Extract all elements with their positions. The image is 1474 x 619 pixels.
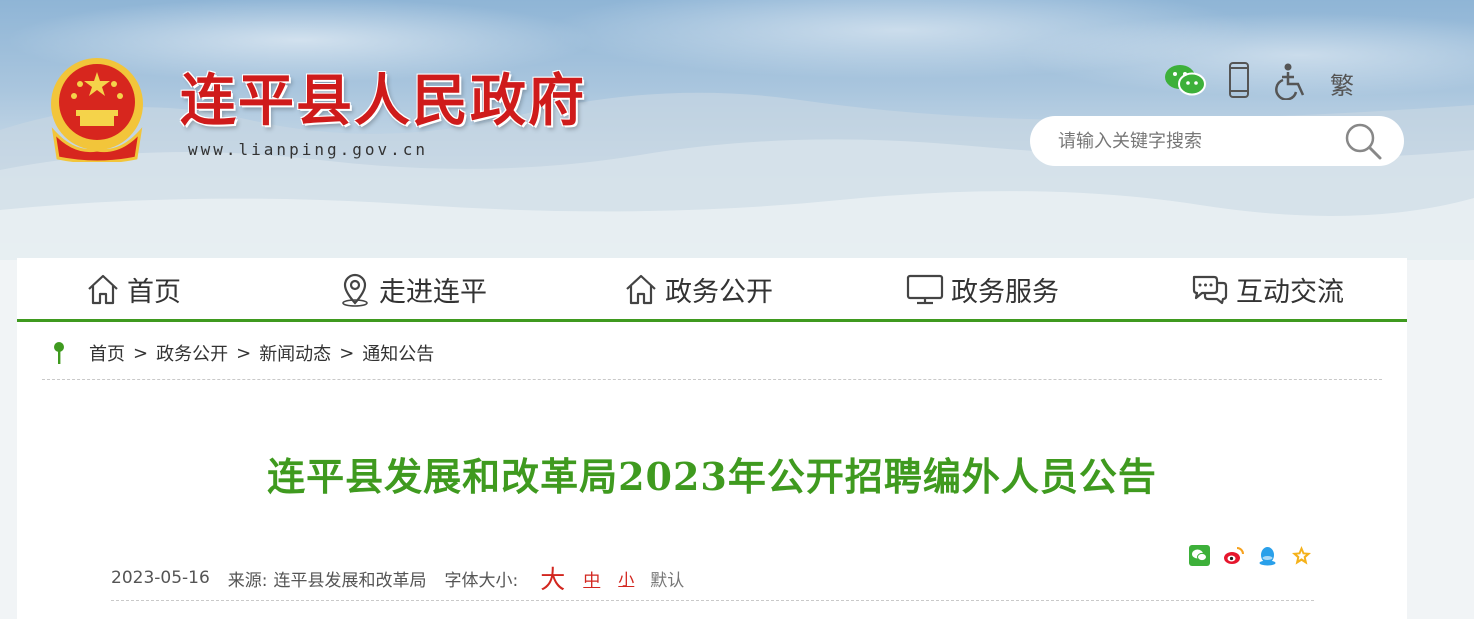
main-panel: 首页 走进连平 政务公开 政务服务 互动交流 首页 > 政务公开 > 新闻动态 … bbox=[17, 258, 1407, 619]
wechat-share-icon[interactable] bbox=[1189, 545, 1210, 566]
nav-item-about-lianping[interactable]: 走进连平 bbox=[337, 266, 487, 312]
nav-item-government-services[interactable]: 政务服务 bbox=[905, 266, 1059, 312]
header-banner: 连平县人民政府 www.lianping.gov.cn 繁 请输入关键字搜索 bbox=[0, 0, 1474, 260]
weibo-share-icon[interactable] bbox=[1223, 545, 1244, 566]
monitor-icon bbox=[906, 274, 944, 305]
nav-label-government-services: 政务服务 bbox=[951, 276, 1059, 308]
breadcrumb-government-affairs[interactable]: 政务公开 bbox=[156, 340, 228, 366]
breadcrumb-news[interactable]: 新闻动态 bbox=[259, 340, 331, 366]
chat-bubbles-icon bbox=[1192, 275, 1228, 305]
font-size-default-button[interactable]: 默认 bbox=[650, 566, 684, 591]
map-pin-icon bbox=[54, 342, 64, 364]
top-tools: 繁 bbox=[1164, 62, 1364, 102]
location-pin-icon bbox=[342, 273, 368, 307]
nav-label-interaction: 互动交流 bbox=[1236, 276, 1344, 308]
traditional-chinese-toggle[interactable]: 繁 bbox=[1330, 66, 1354, 101]
font-size-label: 字体大小: bbox=[444, 570, 519, 591]
main-nav: 首页 走进连平 政务公开 政务服务 互动交流 bbox=[17, 258, 1407, 322]
share-bar bbox=[1189, 545, 1312, 567]
home-icon bbox=[88, 274, 118, 305]
nav-item-interaction[interactable]: 互动交流 bbox=[1190, 266, 1344, 312]
site-title: 连平县人民政府 bbox=[180, 68, 586, 134]
font-size-medium-button[interactable]: 中 bbox=[583, 566, 600, 591]
accessibility-icon[interactable] bbox=[1274, 62, 1308, 104]
article-title: 连平县发展和改革局2023年公开招聘编外人员公告 bbox=[267, 454, 1157, 499]
wechat-icon[interactable] bbox=[1164, 62, 1206, 102]
nav-label-about-lianping: 走进连平 bbox=[379, 276, 487, 308]
font-size-large-button[interactable]: 大 bbox=[540, 560, 565, 596]
search-icon[interactable] bbox=[1342, 120, 1384, 162]
nav-label-government-affairs: 政务公开 bbox=[665, 276, 773, 308]
national-emblem-logo bbox=[51, 58, 143, 162]
article-meta: 2023-05-16 来源: 连平县发展和改革局 字体大小: 大 中 小 默认 bbox=[111, 560, 684, 596]
source-label: 来源: bbox=[227, 570, 268, 591]
source-value: 连平县发展和改革局 bbox=[273, 570, 427, 591]
publish-date: 2023-05-16 bbox=[111, 568, 210, 588]
breadcrumb-separator: > bbox=[133, 342, 149, 364]
home-icon bbox=[626, 274, 656, 305]
search-input[interactable] bbox=[1058, 116, 1348, 166]
breadcrumb-notices[interactable]: 通知公告 bbox=[362, 340, 434, 366]
breadcrumb: 首页 > 政务公开 > 新闻动态 > 通知公告 bbox=[51, 338, 434, 368]
nav-item-home[interactable]: 首页 bbox=[85, 266, 181, 312]
nav-label-home: 首页 bbox=[127, 276, 181, 308]
qq-share-icon[interactable] bbox=[1257, 545, 1278, 566]
divider bbox=[111, 600, 1314, 601]
breadcrumb-home[interactable]: 首页 bbox=[89, 340, 125, 366]
favorite-star-icon[interactable] bbox=[1291, 545, 1312, 566]
breadcrumb-separator: > bbox=[236, 342, 252, 364]
font-size-small-button[interactable]: 小 bbox=[618, 566, 634, 590]
breadcrumb-separator: > bbox=[339, 342, 355, 364]
site-url: www.lianping.gov.cn bbox=[188, 140, 429, 159]
nav-item-government-affairs[interactable]: 政务公开 bbox=[623, 266, 773, 312]
divider bbox=[42, 379, 1382, 380]
mobile-phone-icon[interactable] bbox=[1228, 62, 1250, 102]
